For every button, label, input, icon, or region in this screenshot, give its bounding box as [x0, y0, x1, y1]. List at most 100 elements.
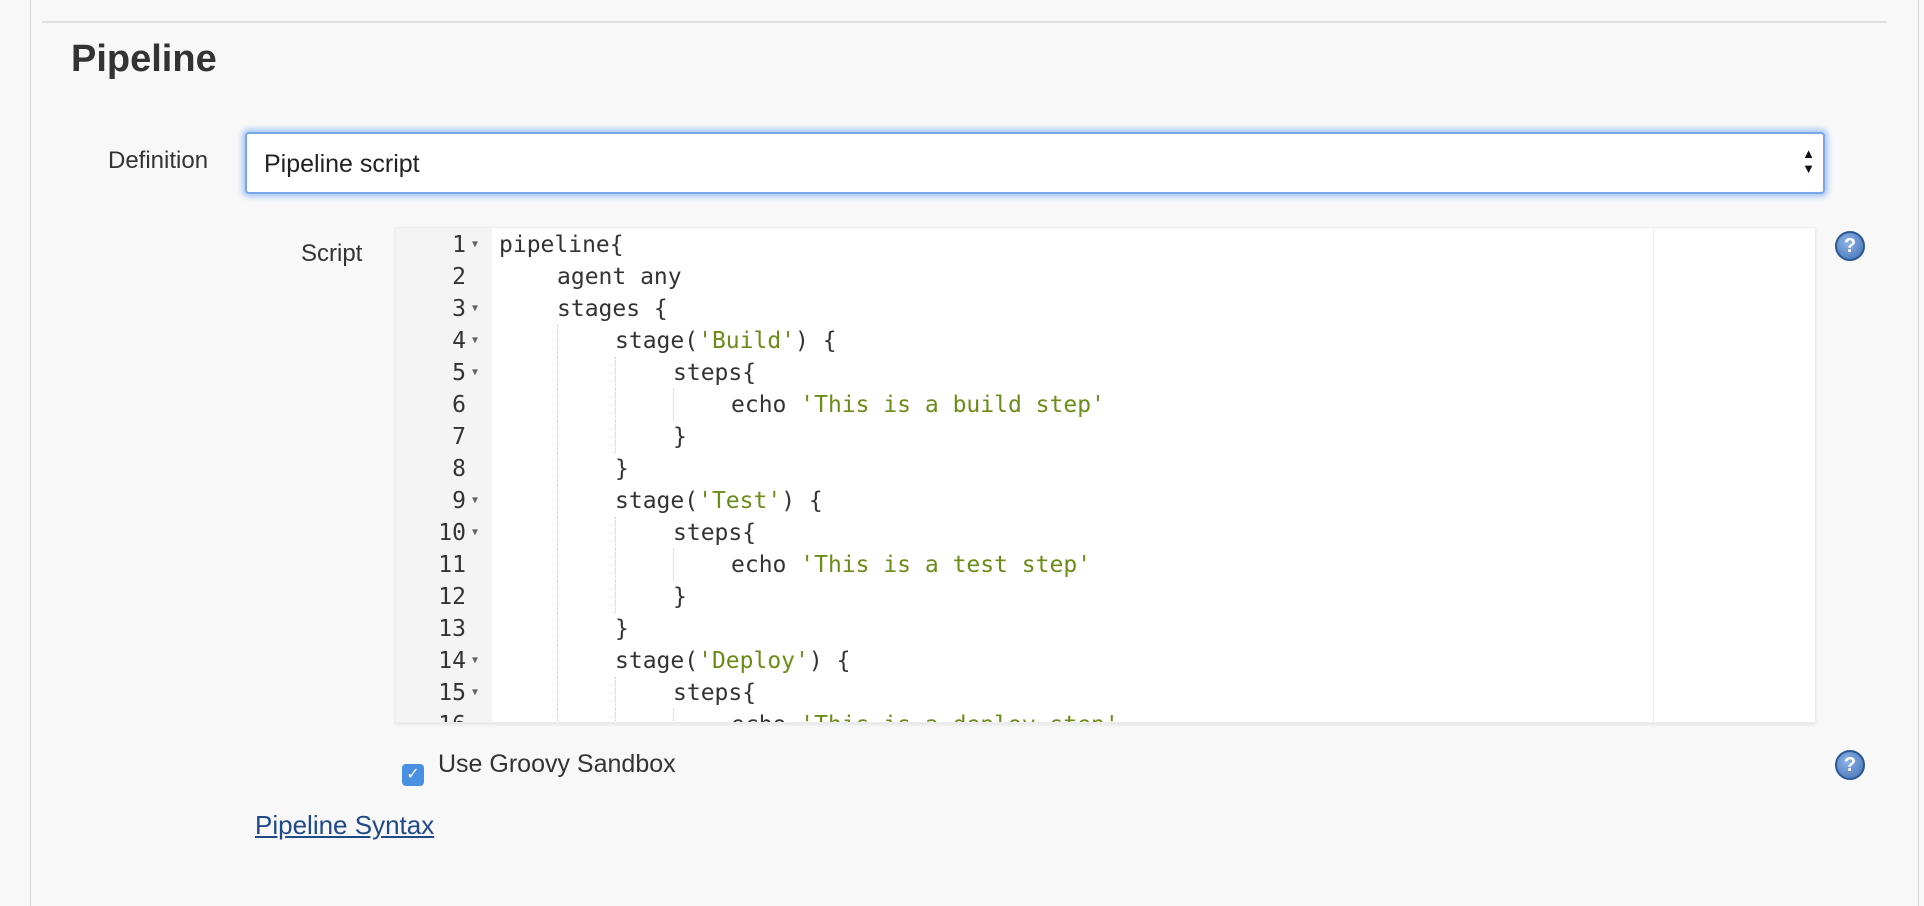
string-literal: 'This is a test step' [800, 552, 1092, 578]
indent-guide [673, 389, 674, 421]
indent-guide [557, 581, 558, 613]
pipeline-syntax-link[interactable]: Pipeline Syntax [255, 810, 434, 841]
indent-guide [557, 357, 558, 389]
code-line: 2 agent any [396, 261, 1815, 293]
fold-toggle-icon[interactable]: ▼ [472, 645, 478, 677]
indent-guide [615, 389, 616, 421]
section-title: Pipeline [71, 38, 217, 80]
fold-toggle-icon[interactable]: ▼ [472, 293, 478, 325]
code-text: echo 'This is a build step' [731, 389, 1105, 421]
indent-guide [615, 709, 616, 722]
groovy-sandbox-checkbox[interactable]: ✓ [402, 764, 424, 786]
code-token: steps{ [673, 520, 757, 546]
indent-guide [557, 549, 558, 581]
indent-guide [557, 389, 558, 421]
script-help-icon[interactable]: ? [1835, 231, 1865, 261]
code-line: 7} [396, 421, 1815, 453]
indent-guide [557, 325, 558, 357]
code-text: stages { [557, 293, 668, 325]
indent-guide [615, 677, 616, 709]
code-line: 6 echo 'This is a build step' [396, 389, 1815, 421]
code-token: echo [731, 552, 801, 578]
indent-guide [673, 549, 674, 581]
code-line: 13} [396, 613, 1815, 645]
code-token: ) { [795, 328, 837, 354]
line-number: 10 [438, 520, 466, 546]
line-number: 4 [452, 328, 466, 354]
indent-guide [615, 357, 616, 389]
string-literal: 'Build' [698, 328, 796, 354]
indent-guide [615, 421, 616, 453]
code-token: pipeline{ [499, 232, 624, 258]
line-number: 1 [452, 232, 466, 258]
code-token: stage( [615, 328, 699, 354]
code-line: 14 ▼ stage('Deploy') { [396, 645, 1815, 677]
code-text: pipeline{ [499, 229, 624, 261]
string-literal: 'This is a build step' [800, 392, 1105, 418]
indent-guide [557, 677, 558, 709]
fold-toggle-icon[interactable]: ▼ [472, 677, 478, 709]
line-number: 12 [438, 584, 466, 610]
code-token: ) { [781, 488, 823, 514]
fold-toggle-icon[interactable]: ▼ [472, 357, 478, 389]
line-number: 16 [396, 709, 466, 722]
code-token: } [673, 424, 687, 450]
code-line: 11 echo 'This is a test step' [396, 549, 1815, 581]
indent-guide [557, 453, 558, 485]
select-arrows-icon: ▲ ▼ [1802, 146, 1815, 176]
definition-selected-value: Pipeline script [264, 150, 420, 178]
code-token: stage( [615, 488, 699, 514]
code-line: 16 echo 'This is a deploy step' [396, 709, 1815, 722]
indent-guide [557, 645, 558, 677]
line-number: 13 [438, 616, 466, 642]
code-text: steps{ [673, 357, 756, 389]
fold-toggle-icon[interactable]: ▼ [472, 485, 478, 517]
string-literal: 'Deploy' [698, 648, 809, 674]
fold-toggle-icon[interactable]: ▼ [472, 229, 478, 261]
line-number: 2 [452, 264, 466, 290]
indent-guide [557, 613, 558, 645]
code-token: echo [731, 392, 801, 418]
code-text: stage('Test') { [615, 485, 823, 517]
string-literal: 'This is a deploy step' [800, 712, 1119, 722]
indent-guide [615, 581, 616, 613]
line-number: 5 [452, 360, 466, 386]
line-number: 14 [438, 648, 466, 674]
indent-guide [557, 485, 558, 517]
code-line: 3 ▼ stages { [396, 293, 1815, 325]
code-token: ) { [808, 648, 851, 674]
code-text: } [673, 581, 687, 613]
code-line: 12} [396, 581, 1815, 613]
code-line: 8} [396, 453, 1815, 485]
sandbox-help-icon[interactable]: ? [1835, 750, 1865, 780]
code-text: stage('Deploy') { [615, 645, 850, 677]
code-text: steps{ [673, 677, 756, 709]
indent-guide [615, 517, 616, 549]
code-text: } [673, 421, 687, 453]
line-number: 9 [452, 488, 466, 514]
code-text: stage('Build') { [615, 325, 837, 357]
code-text: steps{ [673, 517, 756, 549]
code-token: } [615, 456, 629, 482]
script-editor[interactable]: 1 ▼ pipeline{2 agent any 3 ▼ stages {4 ▼ stage('… [395, 227, 1816, 723]
indent-guide [673, 709, 674, 722]
code-token: echo [731, 712, 800, 722]
code-line: 5 ▼ steps{ [396, 357, 1815, 389]
line-number: 3 [452, 296, 466, 322]
code-token: steps{ [673, 680, 757, 706]
code-token: stages { [557, 296, 668, 322]
code-line: 10 ▼ steps{ [396, 517, 1815, 549]
line-number: 8 [452, 456, 466, 482]
code-text: } [615, 453, 629, 485]
code-token: agent any [557, 264, 682, 290]
fold-toggle-icon[interactable]: ▼ [472, 517, 478, 549]
code-line: 9 ▼ stage('Test') { [396, 485, 1815, 517]
definition-select[interactable]: Pipeline script ▲ ▼ [245, 132, 1825, 194]
panel-left-border [30, 0, 31, 906]
fold-toggle-icon[interactable]: ▼ [472, 325, 478, 357]
code-text: agent any [557, 261, 682, 293]
code-line: 15 ▼ steps{ [396, 677, 1815, 709]
code-text: } [615, 613, 629, 645]
indent-guide [557, 709, 558, 722]
indent-guide [557, 517, 558, 549]
